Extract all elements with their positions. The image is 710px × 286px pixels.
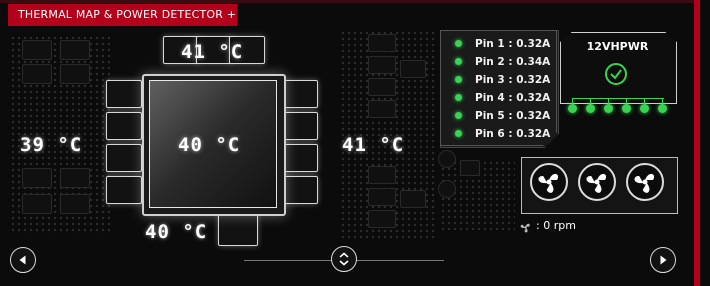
temp-right: 41 °C xyxy=(342,134,405,156)
pin-current-panel: Pin 1 : 0.32A Pin 2 : 0.34A Pin 3 : 0.32… xyxy=(440,30,559,148)
pin-label: Pin 1 : 0.32A xyxy=(475,38,551,50)
board-pad xyxy=(438,150,456,168)
fan-icon xyxy=(578,163,616,201)
board-pad xyxy=(22,168,52,188)
memory-module-right-1 xyxy=(282,80,318,108)
board-pad xyxy=(368,56,396,74)
pin-label: Pin 5 : 0.32A xyxy=(475,110,551,122)
fan-icon xyxy=(530,163,568,201)
connector-pin-indicator xyxy=(640,104,649,113)
board-pad xyxy=(60,64,90,84)
play-right-icon xyxy=(660,255,667,265)
panel-title: THERMAL MAP & POWER DETECTOR + xyxy=(8,4,237,26)
top-divider xyxy=(0,0,694,3)
board-pad xyxy=(400,60,426,78)
board-pad xyxy=(368,78,396,96)
prev-button[interactable] xyxy=(10,247,36,273)
board-pad xyxy=(22,40,52,60)
chevron-up-down-icon xyxy=(339,252,349,266)
connector-pin-indicator xyxy=(622,104,631,113)
pin-label: Pin 2 : 0.34A xyxy=(475,56,551,68)
board-pad xyxy=(438,180,456,198)
pin-label: Pin 3 : 0.32A xyxy=(475,74,551,86)
board-pad xyxy=(368,100,396,118)
temp-bottom: 40 °C xyxy=(145,221,208,243)
board-pad xyxy=(60,40,90,60)
status-ok-icon xyxy=(455,112,462,119)
memory-module-right-3 xyxy=(282,144,318,172)
side-accent-bar xyxy=(694,0,700,286)
memory-module-right-2 xyxy=(282,112,318,140)
memory-module-left-3 xyxy=(106,144,142,172)
connector-pin-indicator xyxy=(658,104,667,113)
thermal-panel: THERMAL MAP & POWER DETECTOR + 41 °C 39 … xyxy=(0,0,710,286)
board-pad xyxy=(460,160,480,176)
play-left-icon xyxy=(19,255,26,265)
fan-speed-icon xyxy=(519,219,532,233)
status-ok-icon xyxy=(455,58,462,65)
fan-rpm-readout: : 0 rpm xyxy=(536,219,576,232)
board-pad xyxy=(368,210,396,228)
status-ok-icon xyxy=(455,94,462,101)
connector-label: 12VHPWR xyxy=(586,40,649,53)
memory-module-left-1 xyxy=(106,80,142,108)
fan-icon xyxy=(626,163,664,201)
memory-module-left-2 xyxy=(106,112,142,140)
board-pad xyxy=(400,190,426,208)
memory-module-bottom xyxy=(218,214,258,246)
status-ok-icon xyxy=(455,76,462,83)
temp-left: 39 °C xyxy=(20,134,83,156)
pin-label: Pin 4 : 0.32A xyxy=(475,92,551,104)
connector-pin-indicator xyxy=(604,104,613,113)
status-ok-icon xyxy=(455,130,462,137)
connector-bus-line xyxy=(572,98,664,99)
memory-module-left-4 xyxy=(106,176,142,204)
board-pad xyxy=(22,64,52,84)
pin-label: Pin 6 : 0.32A xyxy=(475,128,551,140)
board-pad xyxy=(60,168,90,188)
board-pad xyxy=(368,34,396,52)
connector-pin-indicator xyxy=(568,104,577,113)
next-button[interactable] xyxy=(650,247,676,273)
check-icon xyxy=(605,63,627,85)
memory-module-right-4 xyxy=(282,176,318,204)
collapse-toggle-button[interactable] xyxy=(331,246,357,272)
temp-top: 41 °C xyxy=(181,41,244,63)
board-pad xyxy=(368,188,396,206)
board-pad xyxy=(368,166,396,184)
status-ok-icon xyxy=(455,40,462,47)
board-pad xyxy=(60,194,90,214)
temp-center: 40 °C xyxy=(178,134,241,156)
connector-pin-indicator xyxy=(586,104,595,113)
board-pad xyxy=(22,194,52,214)
